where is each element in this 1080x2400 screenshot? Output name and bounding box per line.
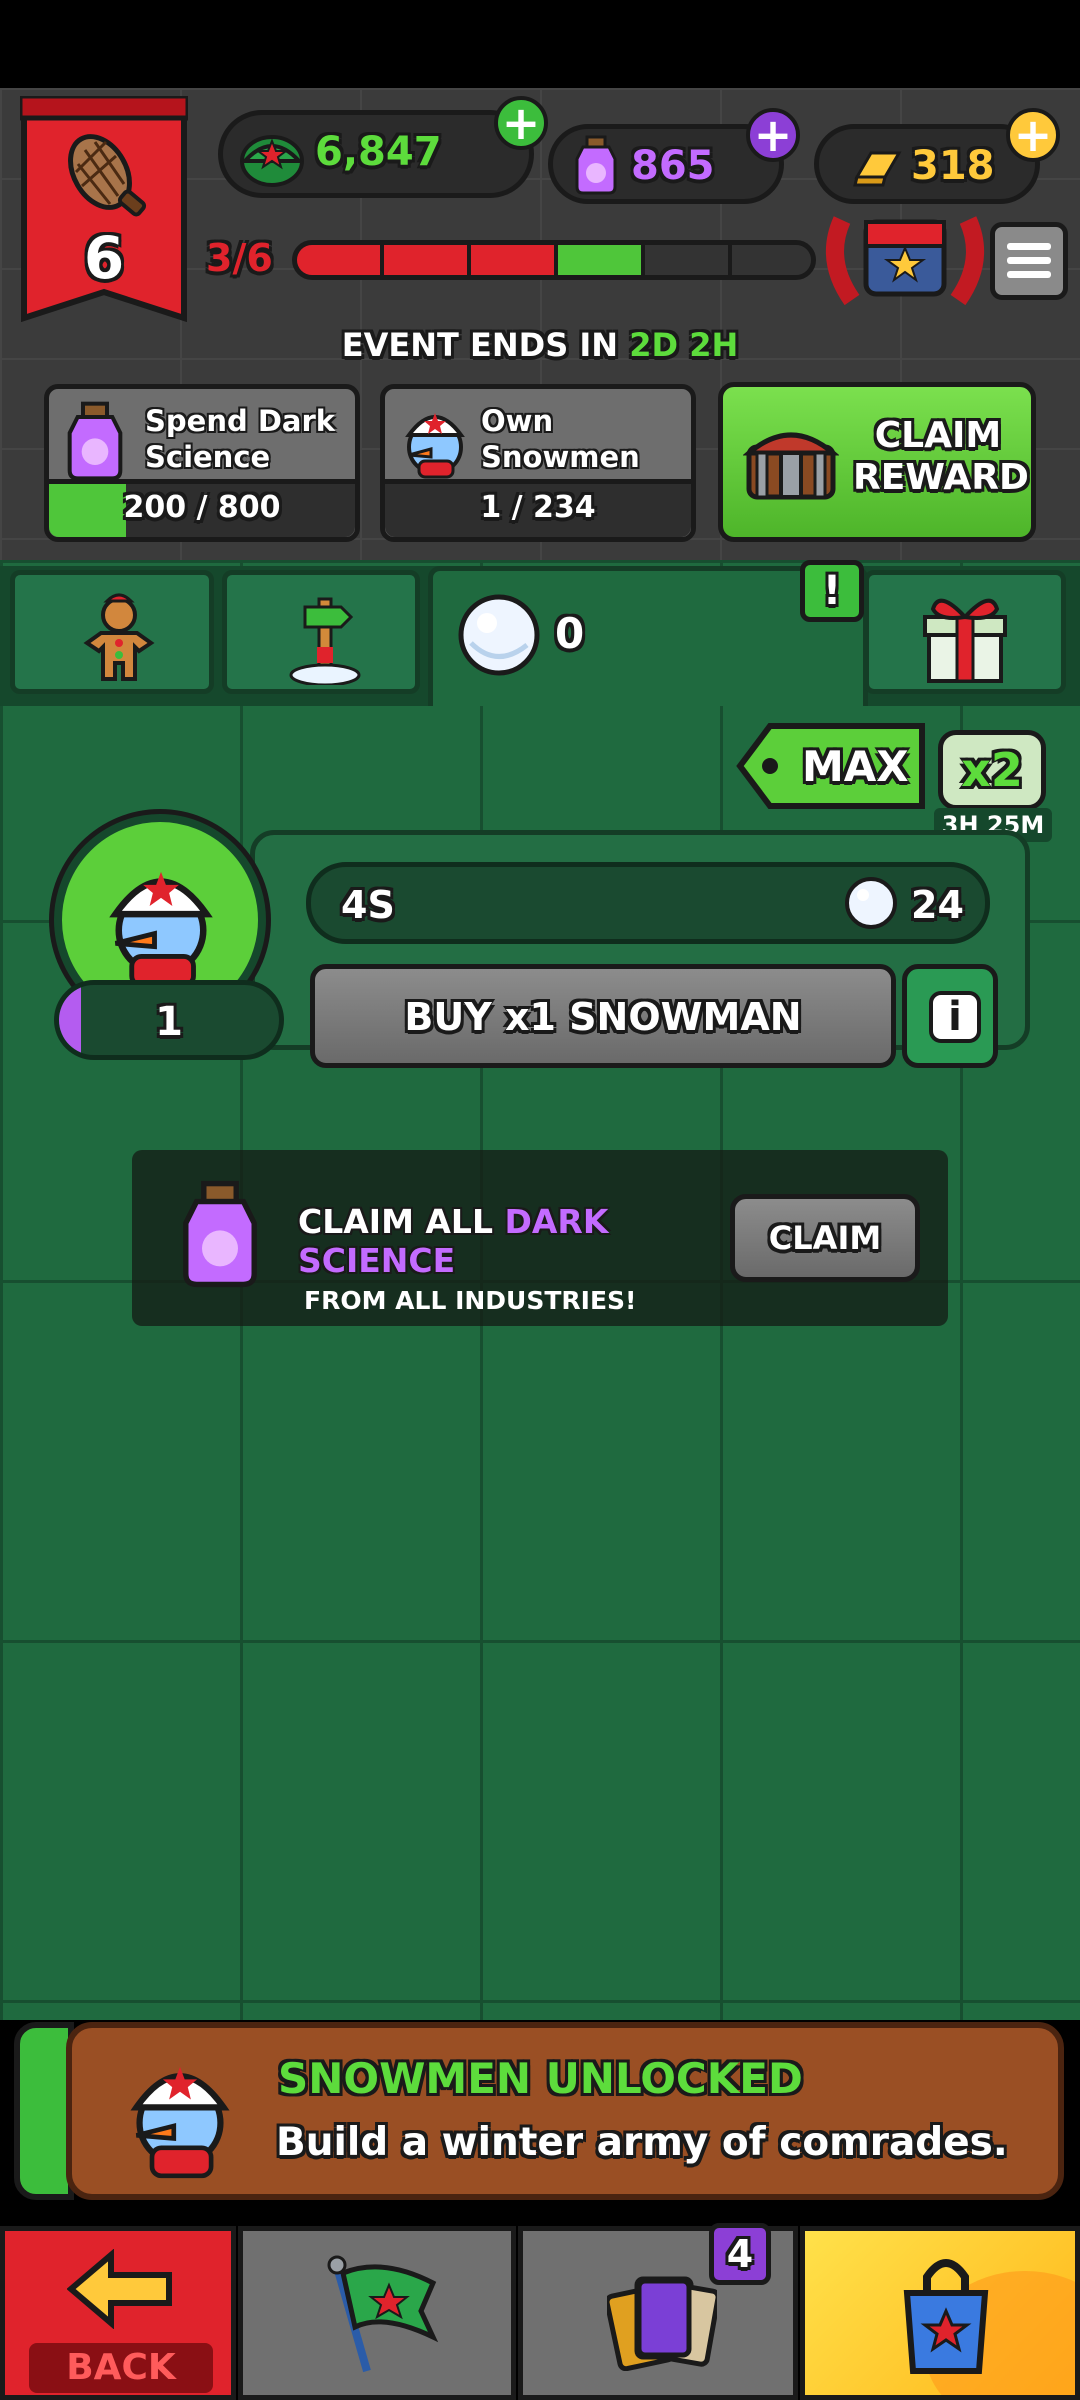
reward-chest-icon[interactable] (822, 200, 988, 314)
task-title: Own Snowmen (481, 404, 640, 474)
production-timer: 4S (341, 883, 395, 927)
claim-reward-label: CLAIM REWARD (853, 415, 1029, 498)
dark-science-jar-icon (63, 401, 127, 481)
claim-all-text: CLAIM ALL DARK SCIENCE FROM ALL INDUSTRI… (298, 1202, 738, 1315)
tab-signpost[interactable] (222, 570, 420, 694)
flag-icon (323, 2253, 443, 2377)
level-progress-text: 3/6 (206, 236, 273, 280)
add-green-currency-button[interactable]: + (494, 96, 548, 150)
banner-title: SNOWMEN UNLOCKED (278, 2054, 803, 2103)
cards-badge: 4 (709, 2223, 771, 2285)
progress-segment (557, 245, 645, 275)
x2-boost-button[interactable]: x2 (938, 730, 1046, 810)
info-icon: i (929, 991, 981, 1043)
event-ends-time: 2D 2H (629, 326, 739, 364)
task-card-spend-dark-science[interactable]: Spend Dark Science 200 / 800 (44, 384, 360, 542)
progress-segment (470, 245, 558, 275)
event-ends-label: EVENT ENDS IN (341, 326, 619, 364)
claim-all-line2: FROM ALL INDUSTRIES! (304, 1286, 637, 1315)
treasure-chest-icon (742, 423, 840, 503)
level-ribbon[interactable]: 6 (17, 93, 191, 323)
event-timer: EVENT ENDS IN 2D 2H (0, 326, 1080, 364)
hamburger-icon (1007, 241, 1051, 281)
dark-science-jar-icon (178, 1180, 262, 1288)
add-gold-button[interactable]: + (1006, 108, 1060, 162)
back-button[interactable]: BACK (0, 2226, 236, 2400)
progress-segment (383, 245, 471, 275)
level-progress-bar (292, 240, 816, 280)
task-progress-bar: 1 / 234 (385, 479, 691, 537)
max-button[interactable]: MAX (736, 722, 928, 810)
snowball-icon (843, 875, 899, 931)
progress-segment (297, 245, 384, 275)
x2-label: x2 (961, 743, 1023, 797)
buy-snowman-button[interactable]: BUY x1 SNOWMAN (310, 964, 896, 1068)
nav-shop-button[interactable] (800, 2226, 1080, 2400)
max-label: MAX (802, 742, 909, 791)
production-timer-bar: 4S 24 (306, 862, 990, 944)
task-card-own-snowmen[interactable]: Own Snowmen 1 / 234 (380, 384, 696, 542)
gift-icon (919, 589, 1011, 685)
back-label: BACK (29, 2343, 213, 2393)
banner-left-tab (14, 2022, 74, 2200)
gold-currency-value: 318 (911, 143, 995, 189)
alert-badge: ! (800, 560, 864, 622)
claim-all-button[interactable]: CLAIM (730, 1194, 920, 1282)
snowman-icon (96, 844, 226, 994)
tab-gift[interactable] (864, 570, 1066, 694)
banner-subtitle: Build a winter army of comrades. (276, 2120, 1008, 2165)
claim-all-panel: CLAIM ALL DARK SCIENCE FROM ALL INDUSTRI… (132, 1150, 948, 1326)
snowman-icon (112, 2042, 248, 2182)
snowball-count: 0 (555, 609, 585, 658)
task-progress-text: 200 / 800 (123, 490, 281, 525)
tab-gingerbread[interactable] (10, 570, 214, 694)
production-reward: 24 (911, 883, 964, 927)
shopping-bag-icon (899, 2253, 993, 2377)
gingerbread-icon (79, 593, 159, 683)
snowman-icon (395, 399, 475, 481)
claim-label: CLAIM (768, 1219, 882, 1257)
cards-icon (604, 2271, 721, 2372)
owned-count-well: 1 (54, 980, 284, 1060)
nav-cards-button[interactable]: 4 (518, 2223, 798, 2400)
progress-segment (644, 245, 732, 275)
ushanka-icon (237, 121, 307, 189)
arrow-left-icon (66, 2248, 175, 2330)
gold-bar-icon (853, 141, 903, 189)
progress-segment (731, 245, 811, 275)
green-currency-pill[interactable]: 6,847 (218, 110, 534, 198)
science-currency-value: 865 (631, 143, 715, 189)
claim-reward-button[interactable]: CLAIM REWARD (718, 382, 1036, 542)
green-currency-value: 6,847 (315, 129, 442, 175)
buy-label: BUY x1 SNOWMAN (404, 995, 802, 1039)
owned-count: 1 (155, 999, 183, 1045)
snowshoe-icon (60, 126, 150, 222)
task-progress-bar: 200 / 800 (49, 479, 355, 537)
task-title: Spend Dark Science (145, 404, 336, 474)
add-science-button[interactable]: + (746, 108, 800, 162)
level-number: 6 (83, 224, 125, 292)
snowball-icon (457, 593, 541, 677)
menu-button[interactable] (990, 222, 1068, 300)
task-progress-text: 1 / 234 (480, 490, 596, 525)
claim-all-line1: CLAIM ALL (298, 1202, 493, 1241)
nav-army-button[interactable] (238, 2226, 516, 2400)
dark-science-jar-icon (573, 135, 619, 195)
signpost-icon (283, 589, 367, 687)
unlock-banner: SNOWMEN UNLOCKED Build a winter army of … (66, 2022, 1064, 2200)
info-button[interactable]: i (902, 964, 998, 1068)
